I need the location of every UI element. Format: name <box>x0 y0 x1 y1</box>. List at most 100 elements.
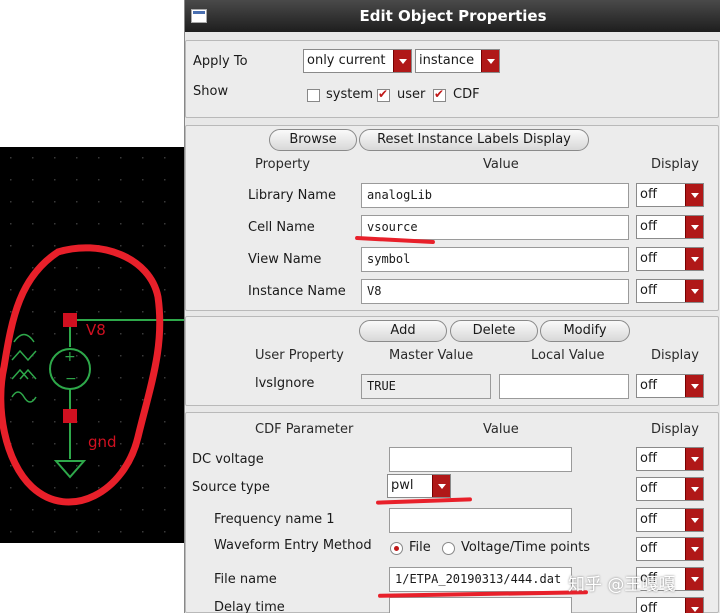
svg-text:+: + <box>64 349 76 365</box>
chevron-down-icon <box>685 448 703 470</box>
apply-scope-value: only current <box>307 53 386 68</box>
frequency-name-label: Frequency name 1 <box>214 512 335 527</box>
display-value: off <box>640 601 657 613</box>
display-value: off <box>640 451 657 466</box>
cell-name-field[interactable]: vsource <box>361 215 629 240</box>
schematic-canvas[interactable]: + − V8 gnd <box>0 147 185 543</box>
source-type-display-select[interactable]: off <box>636 477 704 501</box>
title-bar[interactable]: Edit Object Properties <box>185 0 720 32</box>
chevron-down-icon <box>481 50 499 72</box>
waveform-file-radio[interactable] <box>390 542 403 555</box>
local-value-header: Local Value <box>531 348 605 363</box>
value-header: Value <box>483 422 519 437</box>
chevron-down-icon <box>685 280 703 302</box>
waveform-method-label: Waveform Entry Method <box>214 538 372 553</box>
source-type-select[interactable]: pwl <box>387 474 451 498</box>
delay-time-label: Delay time <box>214 600 285 613</box>
show-system-checkbox[interactable] <box>307 89 320 102</box>
chevron-down-icon <box>685 216 703 238</box>
chevron-down-icon <box>685 248 703 270</box>
show-system-label: system <box>326 87 373 102</box>
source-type-value: pwl <box>391 478 414 493</box>
schematic-drawing: + − <box>0 147 185 543</box>
display-header: Display <box>651 157 699 172</box>
display-value: off <box>640 481 657 496</box>
show-user-checkbox[interactable] <box>377 87 390 102</box>
view-name-label: View Name <box>248 252 322 267</box>
chevron-down-icon <box>685 598 703 613</box>
display-value: off <box>640 378 657 393</box>
chevron-down-icon <box>685 509 703 531</box>
reset-labels-button[interactable]: Reset Instance Labels Display <box>359 129 589 151</box>
apply-type-select[interactable]: instance <box>415 49 500 73</box>
file-name-field[interactable]: 1/ETPA_20190313/444.dat <box>389 567 572 592</box>
lvsignore-label: lvsIgnore <box>255 376 315 391</box>
chevron-down-icon <box>685 478 703 500</box>
ground-label: gnd <box>88 433 117 451</box>
view-name-display-select[interactable]: off <box>636 247 704 271</box>
waveform-points-radio[interactable] <box>442 542 455 555</box>
property-header: Property <box>255 157 311 172</box>
chevron-down-icon <box>685 184 703 206</box>
display-value: off <box>640 283 657 298</box>
master-value-header: Master Value <box>389 348 474 363</box>
user-properties-section: Add Delete Modify User Property Master V… <box>185 316 719 406</box>
display-value: off <box>640 512 657 527</box>
chevron-down-icon <box>685 538 703 560</box>
delay-time-display-select[interactable]: off <box>636 597 704 613</box>
svg-text:−: − <box>65 371 77 387</box>
delay-time-field[interactable] <box>389 597 572 613</box>
instance-name-display-select[interactable]: off <box>636 279 704 303</box>
pin-plus <box>63 313 77 327</box>
lvsignore-local-value-field[interactable] <box>499 374 629 399</box>
library-name-display-select[interactable]: off <box>636 183 704 207</box>
display-value: off <box>640 541 657 556</box>
cdf-parameter-header: CDF Parameter <box>255 422 354 437</box>
instance-name-label: Instance Name <box>248 284 346 299</box>
source-type-label: Source type <box>192 480 270 495</box>
waveform-method-display-select[interactable]: off <box>636 537 704 561</box>
view-name-field[interactable]: symbol <box>361 247 629 272</box>
value-header: Value <box>483 157 519 172</box>
show-cdf-label: CDF <box>453 87 480 102</box>
watermark: 知乎 @王嘎嘎 <box>568 575 676 595</box>
dialog-title: Edit Object Properties <box>359 7 547 25</box>
file-name-label: File name <box>214 572 277 587</box>
dc-voltage-field[interactable] <box>389 447 572 472</box>
dc-voltage-label: DC voltage <box>192 452 264 467</box>
add-button[interactable]: Add <box>359 320 447 342</box>
frequency-name-display-select[interactable]: off <box>636 508 704 532</box>
chevron-down-icon <box>393 50 411 72</box>
lvsignore-display-select[interactable]: off <box>636 374 704 398</box>
apply-type-value: instance <box>419 53 475 68</box>
frequency-name-field[interactable] <box>389 508 572 533</box>
lvsignore-master-value: TRUE <box>361 374 491 399</box>
pin-minus <box>63 409 77 423</box>
cell-name-display-select[interactable]: off <box>636 215 704 239</box>
display-header: Display <box>651 422 699 437</box>
instance-name-field[interactable]: V8 <box>361 279 629 304</box>
chevron-down-icon <box>685 568 703 590</box>
apply-to-label: Apply To <box>193 54 248 69</box>
instance-label: V8 <box>86 321 106 339</box>
chevron-down-icon <box>432 475 450 497</box>
edit-object-properties-dialog: Edit Object Properties Apply To only cur… <box>184 0 720 613</box>
display-value: off <box>640 219 657 234</box>
display-value: off <box>640 187 657 202</box>
apply-to-section: Apply To only current instance Show syst… <box>185 40 719 118</box>
cell-name-label: Cell Name <box>248 220 315 235</box>
user-property-header: User Property <box>255 348 344 363</box>
show-label: Show <box>193 84 229 99</box>
delete-button[interactable]: Delete <box>450 320 538 342</box>
waveform-points-label: Voltage/Time points <box>461 540 591 555</box>
dc-voltage-display-select[interactable]: off <box>636 447 704 471</box>
show-cdf-checkbox[interactable] <box>433 87 446 102</box>
show-user-label: user <box>397 87 426 102</box>
browse-button[interactable]: Browse <box>269 129 357 151</box>
modify-button[interactable]: Modify <box>540 320 630 342</box>
apply-scope-select[interactable]: only current <box>303 49 412 73</box>
library-name-field[interactable]: analogLib <box>361 183 629 208</box>
display-value: off <box>640 251 657 266</box>
chevron-down-icon <box>685 375 703 397</box>
waveform-file-label: File <box>409 540 431 555</box>
